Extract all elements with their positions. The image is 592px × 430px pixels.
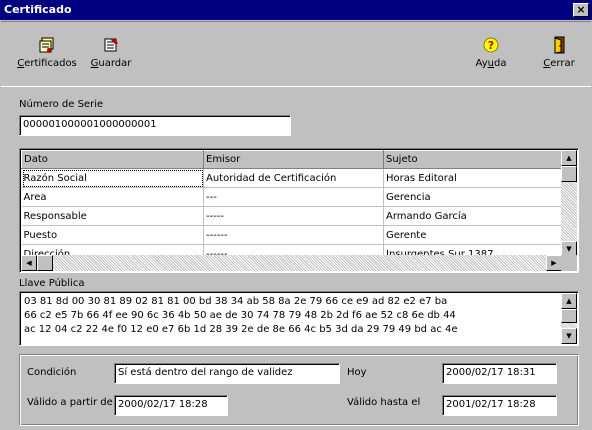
column-header-dato[interactable]: Dato (21, 150, 204, 169)
valid-until-field[interactable]: 2001/02/17 18:28 (442, 395, 557, 416)
scroll-left-arrow-icon[interactable]: ◀ (21, 255, 37, 271)
table-row[interactable]: Area --- Gerencia (21, 187, 563, 207)
close-dialog-button[interactable]: Cerrar (539, 36, 579, 69)
save-icon (104, 38, 118, 52)
table-row[interactable]: Responsable ----- Armando García (21, 206, 563, 226)
public-key-line: ac 12 04 c2 22 4e f0 12 e0 e7 6b 1d 28 3… (24, 324, 458, 335)
scroll-right-arrow-icon[interactable]: ▶ (546, 255, 562, 271)
grid-vertical-scrollbar[interactable]: ▲ ▼ (561, 150, 577, 257)
grid-cell[interactable]: Gerente (383, 225, 563, 245)
scroll-thumb[interactable] (561, 166, 577, 182)
certificates-icon (39, 37, 54, 53)
grid-cell[interactable]: ------ (203, 225, 384, 245)
public-key-textarea[interactable]: 03 81 8d 00 30 81 89 02 81 81 00 bd 38 3… (19, 291, 579, 346)
help-button[interactable]: ? Ayuda (471, 36, 511, 69)
grid-cell[interactable]: Armando García (383, 206, 563, 226)
grid-cell[interactable]: ----- (203, 206, 384, 226)
certificates-label: Certificados (17, 58, 77, 69)
grid-table: Dato Emisor Sujeto Razón Social Autorida… (21, 150, 563, 264)
close-button[interactable]: × (573, 3, 589, 17)
grid-cell[interactable]: Gerencia (383, 187, 563, 207)
scroll-up-arrow-icon[interactable]: ▲ (561, 293, 577, 309)
public-key-line: 03 81 8d 00 30 81 89 02 81 81 00 bd 38 3… (24, 296, 448, 307)
public-key-line: 66 c2 e5 7b 66 4f ee 90 6c 36 4b 50 ae d… (24, 310, 456, 321)
certificates-button[interactable]: Certificados (17, 36, 77, 69)
table-row[interactable]: Puesto ------ Gerente (21, 225, 563, 245)
scrollbar-corner (561, 255, 577, 271)
column-header-emisor[interactable]: Emisor (203, 150, 384, 169)
scroll-up-arrow-icon[interactable]: ▲ (561, 150, 577, 166)
exit-door-icon (554, 36, 565, 54)
valid-from-label: Válido a partir de (27, 397, 113, 408)
grid-cell[interactable]: Area (21, 187, 204, 207)
save-button[interactable]: Guardar (87, 36, 135, 69)
valid-from-field[interactable]: 2000/02/17 18:28 (114, 395, 228, 416)
condition-label: Condición (27, 367, 77, 378)
grid-cell[interactable]: Horas Editoral (383, 168, 563, 188)
serial-number-label: Número de Serie (19, 99, 104, 110)
public-key-label: Llave Pública (19, 278, 85, 289)
help-icon: ? (483, 37, 499, 53)
grid-cell[interactable]: Razón Social (21, 168, 204, 188)
grid-horizontal-scrollbar[interactable]: ◀ ▶ (21, 255, 562, 271)
scroll-thumb[interactable] (37, 255, 53, 271)
grid-cell[interactable]: Responsable (21, 206, 204, 226)
window-title: Certificado (4, 3, 72, 16)
certificate-window: Certificado × Certificados Guardar ? Ayu… (0, 0, 592, 430)
close-dialog-label: Cerrar (543, 58, 575, 69)
public-key-scrollbar[interactable]: ▲ ▼ (561, 293, 577, 344)
scroll-down-arrow-icon[interactable]: ▼ (561, 328, 577, 344)
save-label: Guardar (90, 58, 132, 69)
table-row[interactable]: Razón Social Autoridad de Certificación … (21, 168, 563, 188)
grid-header-row: Dato Emisor Sujeto (21, 150, 563, 169)
grid-cell[interactable]: Autoridad de Certificación (203, 168, 384, 188)
grid-cell[interactable]: Puesto (21, 225, 204, 245)
serial-number-field[interactable]: 000001000001000000001 (19, 115, 291, 136)
help-label: Ayuda (475, 58, 507, 69)
certificate-data-grid[interactable]: Dato Emisor Sujeto Razón Social Autorida… (19, 148, 579, 273)
title-bar: Certificado × (0, 0, 592, 20)
condition-field[interactable]: Sí está dentro del rango de validez (114, 363, 340, 384)
svg-text:?: ? (488, 39, 494, 52)
toolbar: Certificados Guardar ? Ayuda Cerrar (1, 21, 591, 87)
valid-until-label: Válido hasta el (347, 397, 421, 408)
today-label: Hoy (347, 367, 367, 378)
scroll-thumb[interactable] (561, 309, 577, 323)
column-header-sujeto[interactable]: Sujeto (383, 150, 563, 169)
today-field[interactable]: 2000/02/17 18:31 (442, 363, 557, 384)
grid-cell[interactable]: --- (203, 187, 384, 207)
